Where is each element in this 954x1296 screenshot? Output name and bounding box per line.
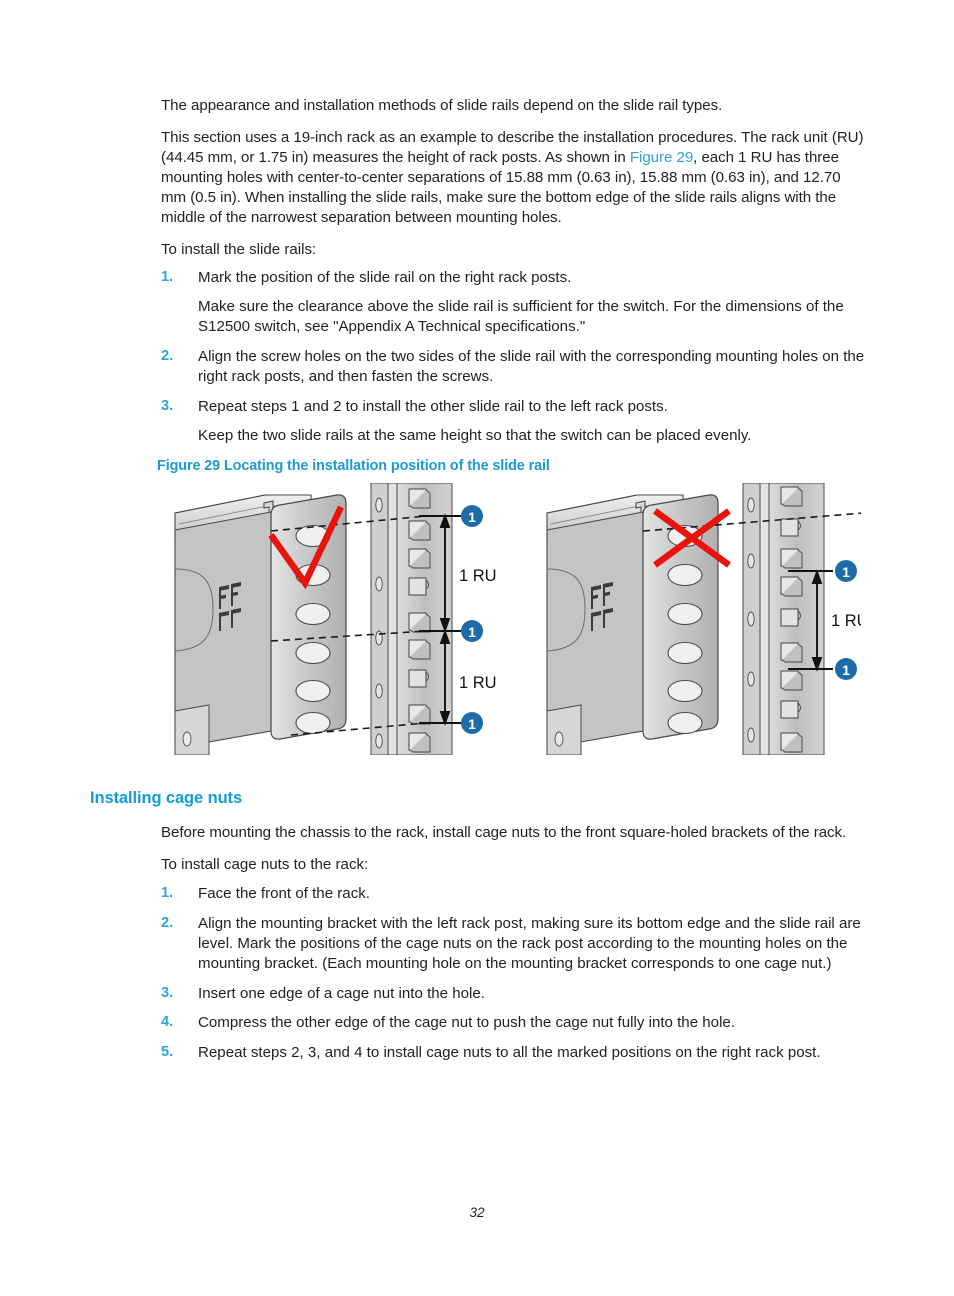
step-text: Face the front of the rack. xyxy=(198,884,370,902)
step-text: Align the mounting bracket with the left… xyxy=(198,914,861,972)
step-number: 3. xyxy=(161,398,174,415)
chassis-foot xyxy=(174,704,210,755)
list-item: 1. Face the front of the rack. xyxy=(161,884,865,904)
rack-unit-paragraph: This section uses a 19-inch rack as an e… xyxy=(161,128,865,228)
install-slide-rails-lead-in: To install the slide rails: xyxy=(161,240,317,258)
right-diagram-incorrect: 1 RU 1 1 xyxy=(546,483,861,755)
list-item: 2. Align the screw holes on the two side… xyxy=(161,347,865,387)
step-text: Compress the other edge of the cage nut … xyxy=(198,1014,736,1032)
figure-29-illustration: 1 RU 1 RU 1 1 1 1 R 1 1 xyxy=(161,483,861,755)
svg-text:1: 1 xyxy=(842,662,850,678)
left-diagram-correct: 1 RU 1 RU 1 1 1 xyxy=(174,483,497,755)
step-text: Repeat steps 1 and 2 to install the othe… xyxy=(198,398,668,416)
page-title: Installing cage nuts xyxy=(90,789,243,807)
section-one-body: The appearance and installation methods … xyxy=(161,96,865,456)
step-number: 4. xyxy=(161,1014,174,1031)
slide-rail-position-diagram: 1 RU 1 RU 1 1 1 1 R 1 1 xyxy=(174,483,861,755)
step-number: 5. xyxy=(161,1044,174,1061)
cage-nuts-paragraph: Before mounting the chassis to the rack,… xyxy=(161,824,847,841)
callout-badge-1-top: 1 xyxy=(835,560,857,582)
svg-text:1: 1 xyxy=(468,716,476,732)
install-cage-nuts-steps: 1. Face the front of the rack. 2. Align … xyxy=(161,884,865,1063)
svg-text:1: 1 xyxy=(468,624,476,640)
callout-badge-1-bottom: 1 xyxy=(461,712,483,734)
callout-badge-1-top: 1 xyxy=(461,505,483,527)
dimension-label-1ru-bottom: 1 RU xyxy=(459,674,497,692)
mounting-bracket-ear xyxy=(270,494,347,740)
svg-text:1: 1 xyxy=(468,509,476,525)
intro-paragraph: The appearance and installation methods … xyxy=(161,97,723,114)
page-number: 32 xyxy=(469,1205,485,1220)
rack-post xyxy=(370,483,453,755)
step-number: 1. xyxy=(161,269,174,286)
step-text: Mark the position of the slide rail on t… xyxy=(198,269,572,287)
step-text: Align the screw holes on the two sides o… xyxy=(198,348,865,386)
step-number: 1. xyxy=(161,884,174,901)
dimension-label-1ru: 1 RU xyxy=(831,612,861,630)
list-item: 3. Insert one edge of a cage nut into th… xyxy=(161,984,865,1004)
list-item: 2. Align the mounting bracket with the l… xyxy=(161,914,865,974)
install-cage-nuts-lead-in: To install cage nuts to the rack: xyxy=(161,855,369,873)
list-item: 1. Mark the position of the slide rail o… xyxy=(161,268,865,337)
list-item: 3. Repeat steps 1 and 2 to install the o… xyxy=(161,397,865,446)
step-number: 2. xyxy=(161,348,174,365)
figure-caption: Figure 29 Locating the installation posi… xyxy=(157,458,550,474)
step-text: Repeat steps 2, 3, and 4 to install cage… xyxy=(198,1044,821,1062)
install-slide-rails-steps: 1. Mark the position of the slide rail o… xyxy=(161,268,865,445)
svg-text:1: 1 xyxy=(842,564,850,580)
step-sub-text: Keep the two slide rails at the same hei… xyxy=(198,426,752,444)
step-number: 3. xyxy=(161,984,174,1001)
dimension-label-1ru-top: 1 RU xyxy=(459,567,497,585)
step-sub-text: Make sure the clearance above the slide … xyxy=(198,298,844,336)
rack-post xyxy=(742,483,825,755)
step-number: 2. xyxy=(161,914,174,931)
chassis-foot xyxy=(546,704,582,755)
callout-badge-1-bottom: 1 xyxy=(835,658,857,680)
step-text: Insert one edge of a cage nut into the h… xyxy=(198,984,485,1002)
callout-badge-1-middle: 1 xyxy=(461,620,483,642)
rack-post-square-holes xyxy=(408,488,431,753)
document-page: The appearance and installation methods … xyxy=(0,0,954,1296)
list-item: 5. Repeat steps 2, 3, and 4 to install c… xyxy=(161,1043,865,1063)
figure-29-xref-link[interactable]: Figure 29 xyxy=(630,149,693,166)
section-two-body: Before mounting the chassis to the rack,… xyxy=(161,823,865,1073)
list-item: 4. Compress the other edge of the cage n… xyxy=(161,1013,865,1033)
